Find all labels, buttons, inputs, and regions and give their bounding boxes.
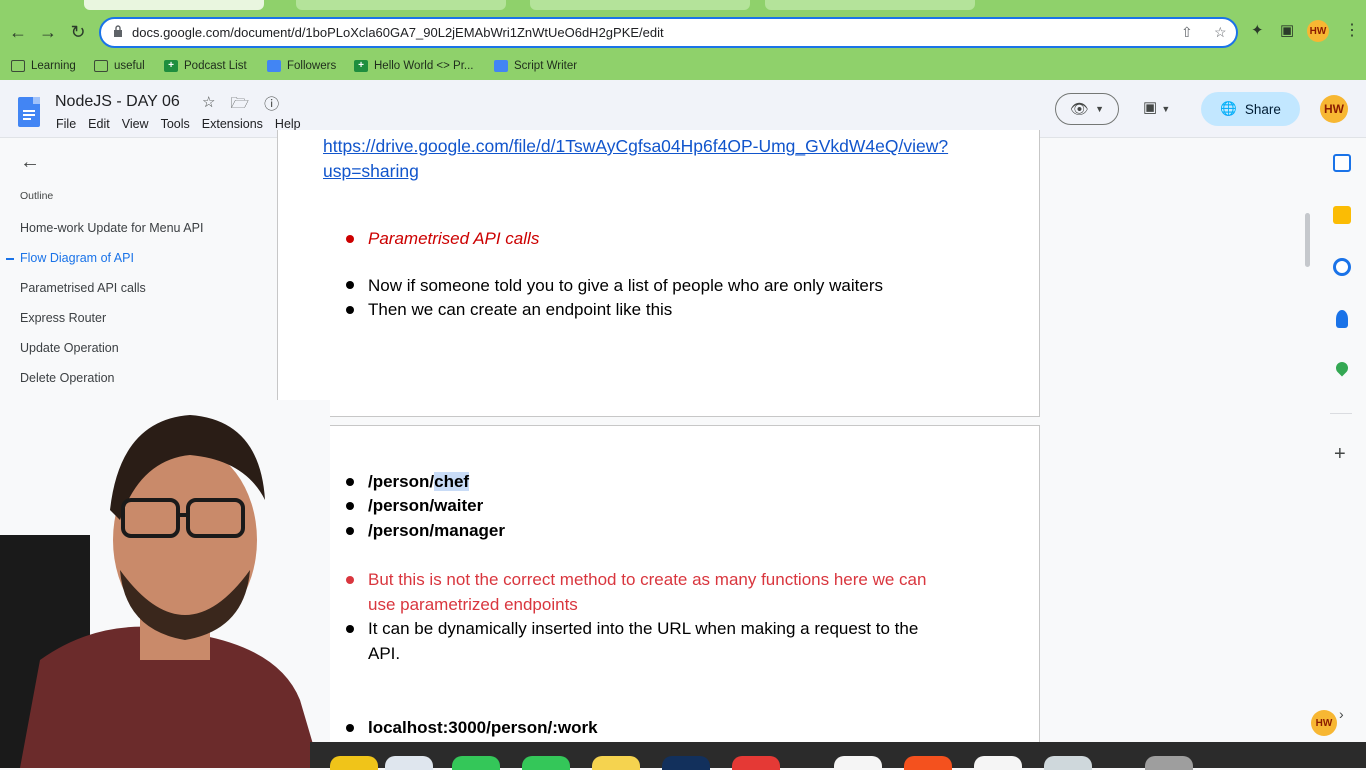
contacts-icon[interactable] <box>1336 310 1348 328</box>
lock-icon <box>114 25 122 37</box>
add-addon-icon[interactable]: + <box>1334 443 1346 466</box>
bookmark-followers[interactable]: Followers <box>267 57 336 75</box>
bullet <box>346 625 354 633</box>
bullet <box>346 576 354 584</box>
bookmark-star-icon[interactable]: ☆ <box>1214 24 1227 41</box>
bookmark-learning[interactable]: Learning <box>11 57 76 75</box>
address-bar-row: ← → ↻ docs.google.com/document/d/1boPLoX… <box>0 12 1366 52</box>
forward-icon[interactable]: → <box>36 20 60 44</box>
webcam-overlay <box>0 400 330 768</box>
bullet <box>346 502 354 510</box>
endpoint-manager: /person/manager <box>368 521 505 540</box>
globe-icon: 🌐 <box>1220 101 1237 116</box>
bookmarks-bar: Learning useful + Podcast List Followers … <box>0 52 1366 80</box>
document-status-icon[interactable]: ⓘ <box>264 93 279 118</box>
docs-icon <box>267 60 281 72</box>
tab[interactable] <box>296 0 506 10</box>
menu-file[interactable]: File <box>56 117 76 131</box>
divider <box>1330 413 1352 414</box>
menu-bar: File Edit View Tools Extensions Help <box>56 117 313 131</box>
bullet <box>346 478 354 486</box>
close-outline-icon[interactable]: ← <box>20 151 40 174</box>
video-camera-icon: ▣ <box>1143 99 1158 116</box>
heading-parametrised: Parametrised API calls <box>368 229 540 248</box>
tasks-icon[interactable] <box>1333 258 1351 276</box>
folder-icon <box>94 60 108 72</box>
endpoint-work: localhost:3000/person/:work <box>368 718 598 737</box>
extensions-icon[interactable]: ✦ <box>1251 21 1264 39</box>
outline-item-homework[interactable]: Home-work Update for Menu API <box>20 221 203 235</box>
keep-icon[interactable] <box>1333 206 1351 224</box>
outline-title: Outline <box>20 190 54 202</box>
back-icon[interactable]: ← <box>6 20 30 44</box>
menu-tools[interactable]: Tools <box>161 117 190 131</box>
bullet <box>346 281 354 289</box>
chevron-down-icon: ▼ <box>1161 104 1171 114</box>
profile-avatar[interactable]: HW <box>1307 20 1329 42</box>
reload-icon[interactable]: ↻ <box>66 20 90 44</box>
chevron-right-icon[interactable]: › <box>1339 706 1344 722</box>
bookmark-hello-world[interactable]: + Hello World <> Pr... <box>354 57 474 75</box>
share-button[interactable]: 🌐 Share <box>1201 92 1300 126</box>
text-selection: chef <box>434 472 470 491</box>
sheets-plus-icon: + <box>354 60 368 72</box>
bullet <box>346 724 354 732</box>
tab[interactable] <box>530 0 750 10</box>
menu-edit[interactable]: Edit <box>88 117 110 131</box>
bullet <box>346 235 354 243</box>
google-docs-logo-icon[interactable] <box>18 97 40 127</box>
drive-link[interactable]: https://drive.google.com/file/d/1TswAyCg… <box>323 134 1003 184</box>
share-page-icon[interactable]: ⇧ <box>1181 24 1193 41</box>
menu-view[interactable]: View <box>122 117 149 131</box>
document-title[interactable]: NodeJS - DAY 06 <box>55 93 180 111</box>
url-text: docs.google.com/document/d/1boPLoXcla60G… <box>132 25 664 40</box>
warning-text: But this is not the correct method to cr… <box>368 570 927 614</box>
eye-icon: 👁 <box>1070 101 1090 118</box>
menu-extensions[interactable]: Extensions <box>202 117 263 131</box>
paragraph: Then we can create an endpoint like this <box>368 300 673 319</box>
dynamic-text: It can be dynamically inserted into the … <box>368 619 919 663</box>
browser-menu-icon[interactable]: ⋮ <box>1344 20 1360 40</box>
meet-button[interactable]: ▣ ▼ <box>1143 98 1170 116</box>
bookmark-script-writer[interactable]: Script Writer <box>494 57 577 75</box>
outline-item-parametrised[interactable]: Parametrised API calls <box>20 281 146 295</box>
calendar-icon[interactable] <box>1333 154 1351 172</box>
outline-item-express-router[interactable]: Express Router <box>20 311 106 325</box>
scrollbar[interactable] <box>1305 213 1310 267</box>
paragraph: Now if someone told you to give a list o… <box>368 276 883 295</box>
menu-help[interactable]: Help <box>275 117 301 131</box>
account-avatar[interactable]: HW <box>1320 95 1348 123</box>
endpoint-chef: /person/chef <box>368 472 470 491</box>
outline-item-flow-diagram[interactable]: Flow Diagram of API <box>20 251 134 265</box>
outline-item-update-operation[interactable]: Update Operation <box>20 341 119 355</box>
docs-icon <box>494 60 508 72</box>
bullet <box>346 306 354 314</box>
folder-icon <box>11 60 25 72</box>
bullet <box>346 527 354 535</box>
tab[interactable] <box>765 0 975 10</box>
chevron-down-icon: ▼ <box>1095 104 1104 114</box>
tab-strip <box>0 0 1366 12</box>
outline-item-delete-operation[interactable]: Delete Operation <box>20 371 115 385</box>
endpoint-waiter: /person/waiter <box>368 496 484 515</box>
sheets-plus-icon: + <box>164 60 178 72</box>
url-bar[interactable]: docs.google.com/document/d/1boPLoXcla60G… <box>99 17 1238 48</box>
sidepanel-icon[interactable]: ▣ <box>1280 21 1294 39</box>
channel-watermark-icon: HW <box>1311 710 1337 736</box>
move-folder-icon[interactable]: 🗁 <box>230 93 249 118</box>
bookmark-podcast-list[interactable]: + Podcast List <box>164 57 247 75</box>
mode-switcher[interactable]: 👁 ▼ <box>1055 93 1119 125</box>
active-indicator <box>6 258 14 260</box>
bookmark-useful[interactable]: useful <box>94 57 145 75</box>
tab-active[interactable] <box>84 0 264 10</box>
star-icon[interactable]: ☆ <box>202 93 215 118</box>
